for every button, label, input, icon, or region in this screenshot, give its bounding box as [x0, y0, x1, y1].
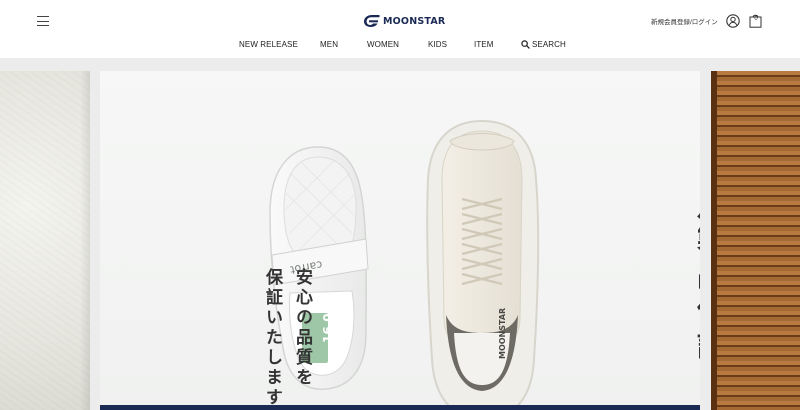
- register-login-link[interactable]: 新規会員登録/ログイン: [651, 16, 718, 26]
- nav-item[interactable]: ITEM: [474, 40, 494, 49]
- cart-count-badge: 0: [754, 16, 758, 22]
- hero-headline: 6ヶ月製品保証: [691, 114, 700, 364]
- search-icon: [521, 40, 530, 49]
- moonstar-logo[interactable]: MOONSTAR: [363, 13, 445, 29]
- hero-subtitle-line-1: 安心の品質を: [292, 268, 312, 388]
- nav-kids[interactable]: KIDS: [428, 40, 447, 49]
- kids-shoe-size-label: 16.0: [321, 313, 335, 343]
- hero-subtitle-line-2: 保証いたします: [262, 268, 282, 408]
- nav-new-release[interactable]: NEW RELEASE: [239, 40, 298, 49]
- logo-wordmark: MOONSTAR: [383, 15, 446, 27]
- adult-shoe-brand-text: MOONSTAR: [498, 308, 507, 359]
- nav-search[interactable]: SEARCH: [521, 40, 566, 49]
- nav-women[interactable]: WOMEN: [367, 40, 399, 49]
- slider-progress-bar: [100, 405, 700, 410]
- main-navigation: NEW RELEASE MEN WOMEN KIDS ITEM SEARCH: [0, 40, 800, 54]
- adult-sneaker-image: MOONSTAR: [426, 119, 540, 410]
- next-slide-preview[interactable]: [711, 71, 800, 410]
- current-slide[interactable]: carrot 16.0 MOONSTAR 6ヶ月製品保証 安心の品質を 保証いた…: [100, 71, 700, 410]
- hamburger-menu-icon[interactable]: [37, 15, 49, 27]
- previous-slide-preview[interactable]: [0, 71, 90, 410]
- site-header: MOONSTAR 新規会員登録/ログイン 0 NEW RELEASE MEN W…: [0, 0, 800, 58]
- user-icon[interactable]: [726, 14, 740, 28]
- nav-men[interactable]: MEN: [320, 40, 338, 49]
- hero-slider: carrot 16.0 MOONSTAR 6ヶ月製品保証 安心の品質を 保証いた…: [0, 58, 800, 410]
- search-label: SEARCH: [532, 40, 566, 49]
- moonstar-logo-mark-icon: [364, 15, 380, 27]
